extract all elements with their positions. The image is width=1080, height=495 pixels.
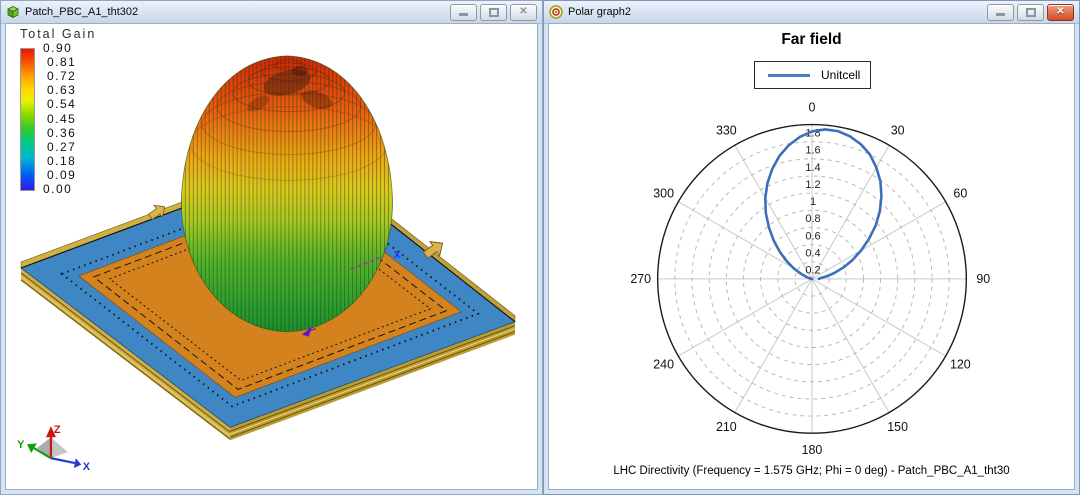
titlebar-polar-graph[interactable]: Polar graph2 ✕: [544, 1, 1079, 24]
polar-radial-label: 0.6: [805, 230, 820, 242]
color-scale-value: 0.81: [47, 55, 76, 69]
restore-button[interactable]: [1017, 4, 1044, 21]
color-scale-value: 0.90: [43, 41, 72, 55]
color-scale-value: 0.18: [47, 154, 76, 168]
polar-radial-label: 1.2: [805, 179, 820, 191]
polar-plot-area[interactable]: Far field Unitcell 030609012015018021024…: [548, 23, 1075, 490]
window-3d-view: Patch_PBC_A1_tht302 ✕ Total Gain 0.900.8…: [0, 0, 543, 495]
close-icon: ✕: [1056, 7, 1064, 17]
titlebar-3d-view[interactable]: Patch_PBC_A1_tht302 ✕: [1, 1, 542, 24]
chart-caption: LHC Directivity (Frequency = 1.575 GHz; …: [549, 465, 1074, 477]
polar-angle-label: 300: [653, 186, 674, 200]
color-scale-value: 0.09: [47, 168, 76, 182]
window-title-3d: Patch_PBC_A1_tht302: [25, 6, 138, 18]
window-title-polar: Polar graph2: [568, 6, 631, 18]
color-scale-bar: [20, 48, 35, 191]
polar-angle-label: 30: [891, 124, 905, 138]
polar-chart: 0 30 60 90 120 150 180 210 240 270 300 330 0.2 0.4 0.6…: [549, 24, 1074, 489]
x-axis-label: X: [83, 461, 91, 473]
minimize-button[interactable]: [450, 4, 477, 21]
minimize-button[interactable]: [987, 4, 1014, 21]
radiation-lobe: [181, 56, 392, 332]
minimize-icon: [996, 13, 1005, 16]
restore-icon: [1026, 8, 1036, 17]
polar-spoke: [812, 279, 946, 356]
polar-angle-label: 240: [653, 358, 674, 372]
3d-scene: x Z Y X: [6, 24, 537, 489]
polar-angle-label: 120: [950, 358, 971, 372]
color-scale-value: 0.36: [47, 126, 76, 140]
polar-angle-label: 150: [887, 420, 908, 434]
polar-radial-label: 0.8: [805, 213, 820, 225]
color-scale-value: 0.00: [43, 182, 72, 196]
polar-radial-label: 0.4: [805, 248, 820, 260]
3d-viewport[interactable]: Total Gain 0.900.810.720.630.540.450.360…: [5, 23, 538, 490]
polar-graph-icon: [549, 5, 563, 19]
color-scale-value: 0.72: [47, 69, 76, 83]
polar-radial-label: 1.4: [805, 162, 820, 174]
x-axis-marker: x: [393, 246, 401, 261]
polar-radial-label: 1: [810, 196, 816, 208]
close-button[interactable]: ✕: [1047, 4, 1074, 21]
restore-icon: [489, 8, 499, 17]
close-button[interactable]: ✕: [510, 4, 537, 21]
color-scale-title: Total Gain: [20, 27, 96, 41]
polar-angle-label: 330: [716, 124, 737, 138]
3d-view-icon: [6, 5, 20, 19]
x-axis: [51, 458, 75, 463]
polar-angle-label: 270: [630, 272, 651, 286]
polar-radial-label: 1.6: [805, 145, 820, 157]
color-scale: Total Gain 0.900.810.720.630.540.450.360…: [18, 27, 96, 41]
polar-spoke: [812, 279, 889, 413]
polar-radial-label: 0.2: [805, 265, 820, 277]
color-scale-value: 0.45: [47, 112, 76, 126]
polar-angle-label: 210: [716, 420, 737, 434]
axis-triad: Z Y X: [17, 424, 91, 473]
series-curve-unitcell: [765, 129, 881, 278]
z-axis-label: Z: [54, 424, 61, 436]
color-scale-value: 0.63: [47, 83, 76, 97]
color-scale-value: 0.54: [47, 97, 76, 111]
y-axis-label: Y: [17, 439, 25, 451]
color-scale-value: 0.27: [47, 140, 76, 154]
polar-angle-label: 0: [809, 101, 816, 115]
window-polar-graph: Polar graph2 ✕ Far field Unitcell 030609…: [543, 0, 1080, 495]
restore-button[interactable]: [480, 4, 507, 21]
close-icon: ✕: [519, 7, 527, 17]
minimize-icon: [459, 13, 468, 16]
polar-angle-label: 180: [802, 443, 823, 457]
polar-angle-label: 90: [976, 272, 990, 286]
polar-angle-label: 60: [953, 186, 967, 200]
